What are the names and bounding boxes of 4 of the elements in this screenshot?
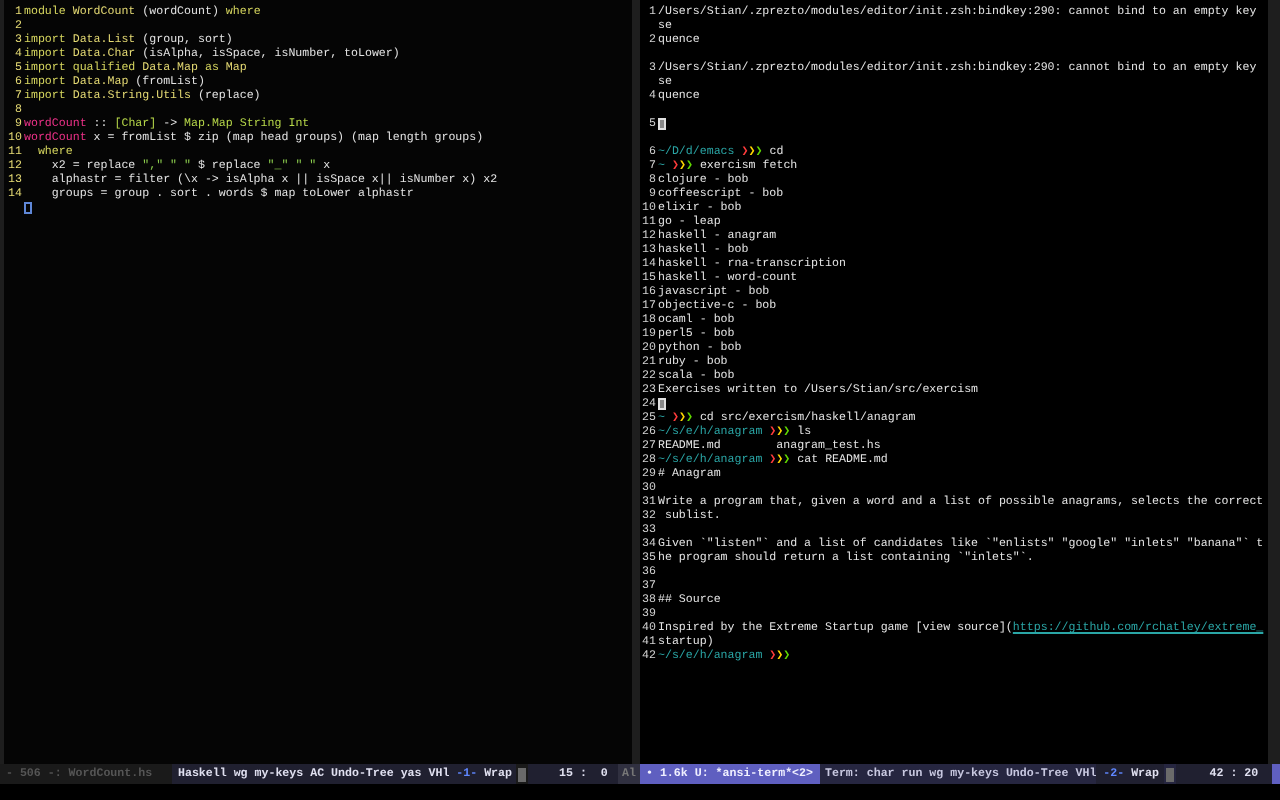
cursor-icon — [658, 117, 666, 129]
cursor-icon — [24, 201, 32, 213]
cursor-icon — [658, 397, 666, 409]
mode-line-cap — [1272, 764, 1280, 784]
